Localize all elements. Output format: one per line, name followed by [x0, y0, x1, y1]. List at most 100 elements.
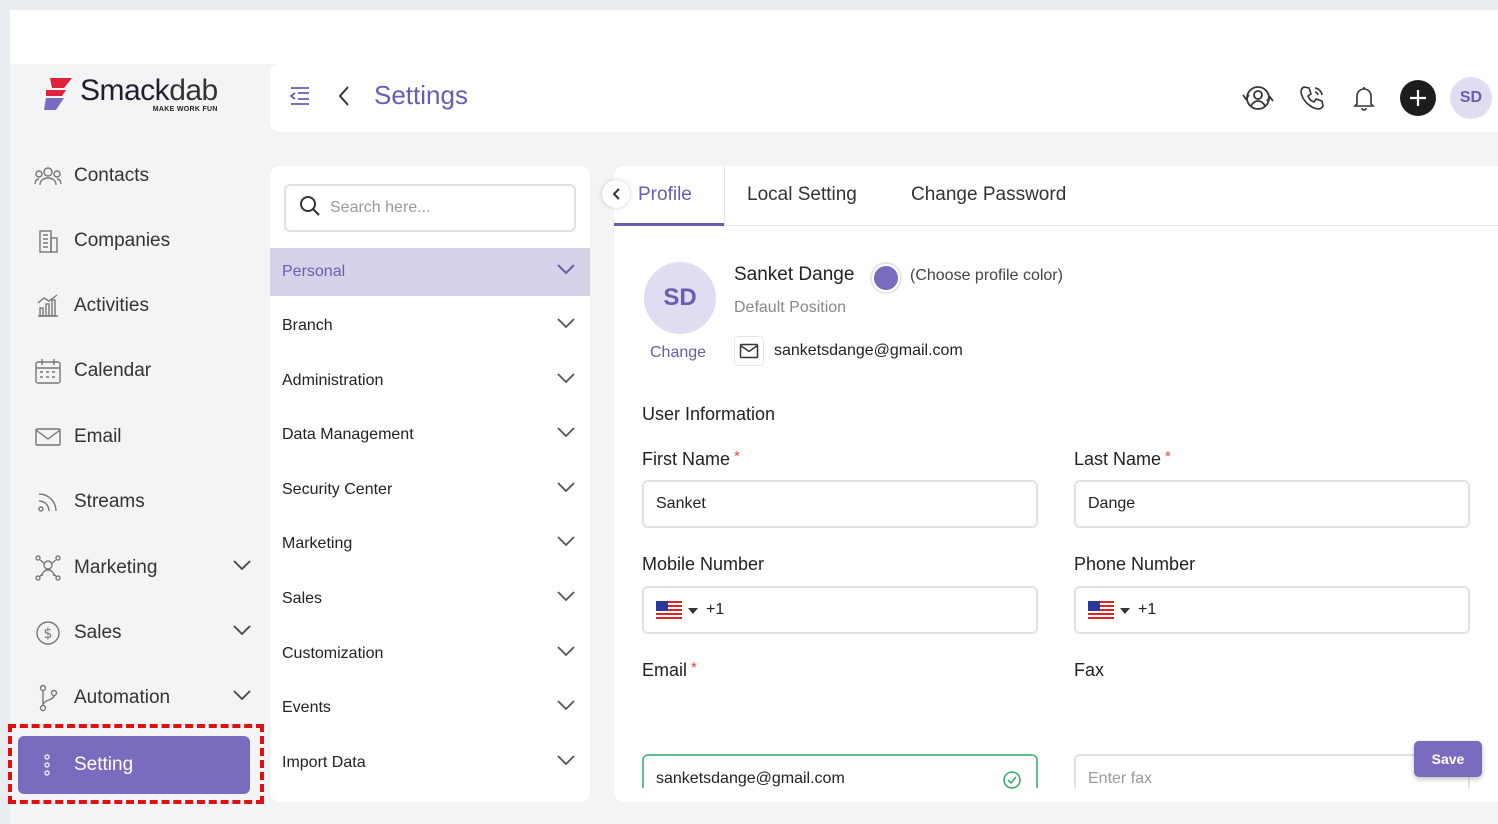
us-flag-icon[interactable] — [656, 601, 682, 619]
sidebar-item-activities[interactable]: Activities — [32, 286, 252, 326]
search-icon — [298, 194, 322, 223]
email-icon — [32, 421, 64, 453]
chevron-down-icon — [556, 480, 576, 498]
app-root: Smackdab MAKE WORK FUN Contacts Companie… — [8, 64, 1498, 824]
tab-local-setting[interactable]: Local Setting — [747, 184, 857, 206]
user-switch-icon[interactable] — [1238, 78, 1278, 118]
settings-menu-item-customization[interactable]: Customization — [270, 630, 590, 678]
settings-menu-item-administration[interactable]: Administration — [270, 357, 590, 405]
email-field-value: sanketsdange@gmail.com — [656, 770, 845, 787]
sidebar-item-companies[interactable]: Companies — [32, 221, 252, 261]
chevron-down-icon[interactable] — [232, 623, 252, 641]
tab-profile[interactable]: Profile — [638, 184, 692, 206]
brand-logo[interactable]: Smackdab MAKE WORK FUN — [42, 74, 218, 113]
first-name-label: First Name * — [642, 448, 740, 469]
menu-item-label: Events — [282, 699, 331, 716]
chevron-down-icon — [556, 698, 576, 716]
section-title-user-information: User Information — [642, 404, 776, 424]
fax-label: Fax — [1074, 660, 1105, 680]
brand-name: Smackdab — [80, 74, 218, 107]
mobile-number-field[interactable]: +1 — [642, 586, 1038, 634]
fax-field[interactable]: Enter fax — [1074, 754, 1470, 788]
settings-menu-item-import-data[interactable]: Import Data — [270, 739, 590, 787]
sidebar-item-label: Companies — [74, 230, 171, 251]
save-button[interactable]: Save — [1414, 741, 1482, 777]
sidebar-item-marketing[interactable]: Marketing — [32, 548, 252, 588]
caret-down-icon[interactable] — [688, 601, 698, 619]
dial-code: +1 — [1138, 601, 1157, 618]
phone-number-label: Phone Number — [1074, 554, 1196, 574]
menu-item-label: Branch — [282, 317, 333, 334]
email-field[interactable]: sanketsdange@gmail.com — [642, 754, 1038, 789]
sidebar-item-streams[interactable]: Streams — [32, 482, 252, 522]
envelope-icon — [734, 336, 764, 366]
notification-bell-icon[interactable] — [1344, 78, 1384, 118]
menu-item-label: Import Data — [282, 754, 366, 771]
caret-down-icon[interactable] — [1120, 601, 1130, 619]
svg-text:$: $ — [44, 626, 53, 642]
back-chevron-icon[interactable] — [336, 84, 352, 113]
settings-menu-item-events[interactable]: Events — [270, 684, 590, 732]
settings-menu-item-data-management[interactable]: Data Management — [270, 411, 590, 459]
chevron-down-icon — [556, 644, 576, 662]
color-swatch — [874, 266, 898, 290]
settings-menu-item-marketing[interactable]: Marketing — [270, 520, 590, 568]
chevron-down-icon — [556, 425, 576, 443]
sidebar-item-sales[interactable]: $ Sales — [32, 613, 252, 653]
active-tab-indicator — [614, 223, 724, 226]
sidebar-item-automation[interactable]: Automation — [32, 678, 252, 718]
chevron-down-icon[interactable] — [232, 558, 252, 576]
sidebar-item-email[interactable]: Email — [32, 417, 252, 457]
page-title: Settings — [374, 80, 468, 110]
contacts-icon — [32, 160, 64, 192]
sidebar-item-label: Email — [74, 426, 122, 447]
us-flag-icon[interactable] — [1088, 601, 1114, 619]
highlight-box — [8, 724, 264, 804]
first-name-field[interactable]: Sanket — [642, 480, 1038, 528]
menu-item-label: Customization — [282, 645, 384, 662]
chevron-down-icon[interactable] — [232, 688, 252, 706]
search-input[interactable] — [330, 199, 560, 217]
last-name-field[interactable]: Dange — [1074, 480, 1470, 528]
settings-menu-item-sales[interactable]: Sales — [270, 575, 590, 623]
tab-bar: Profile Local Setting Change Password — [602, 166, 1498, 226]
collapse-panel-button[interactable] — [602, 180, 630, 208]
phone-number-field[interactable]: +1 — [1074, 586, 1470, 634]
menu-item-label: Administration — [282, 372, 384, 389]
collapse-menu-icon[interactable] — [288, 84, 312, 113]
user-avatar[interactable]: SD — [1450, 77, 1492, 119]
automation-icon — [32, 682, 64, 714]
menu-item-label: Personal — [282, 263, 346, 280]
profile-name: Sanket Dange — [734, 264, 855, 285]
sidebar-item-label: Calendar — [74, 360, 152, 381]
menu-item-label: Marketing — [282, 535, 353, 552]
add-new-button[interactable] — [1400, 80, 1436, 116]
settings-menu-item-security-center[interactable]: Security Center — [270, 466, 590, 514]
sidebar-item-label: Contacts — [74, 165, 149, 186]
email-label: Email * — [642, 659, 697, 680]
tab-change-password[interactable]: Change Password — [911, 184, 1066, 206]
change-avatar-link[interactable]: Change — [650, 344, 706, 362]
settings-menu-item-personal[interactable]: Personal — [270, 248, 590, 296]
chevron-down-icon — [556, 753, 576, 771]
settings-menu-panel: Personal Branch Administration Data Mana… — [270, 166, 590, 802]
profile-position: Default Position — [734, 299, 847, 316]
chevron-down-icon — [556, 534, 576, 552]
streams-icon — [32, 486, 64, 518]
dial-code: +1 — [706, 601, 725, 618]
companies-icon — [32, 225, 64, 257]
settings-search — [284, 184, 576, 232]
menu-item-label: Security Center — [282, 481, 393, 498]
settings-menu-item-branch[interactable]: Branch — [270, 302, 590, 350]
phone-icon[interactable] — [1292, 78, 1332, 118]
profile-color-picker[interactable] — [870, 262, 902, 294]
tab-divider — [724, 166, 725, 226]
sidebar-item-contacts[interactable]: Contacts — [32, 156, 252, 196]
profile-avatar: SD — [644, 262, 716, 334]
sidebar-item-calendar[interactable]: Calendar — [32, 351, 252, 391]
sidebar-item-label: Automation — [74, 687, 171, 708]
check-circle-icon — [1002, 770, 1022, 795]
sidebar-item-label: Streams — [74, 491, 145, 512]
sidebar-item-label: Sales — [74, 622, 122, 643]
chevron-down-icon — [556, 371, 576, 389]
